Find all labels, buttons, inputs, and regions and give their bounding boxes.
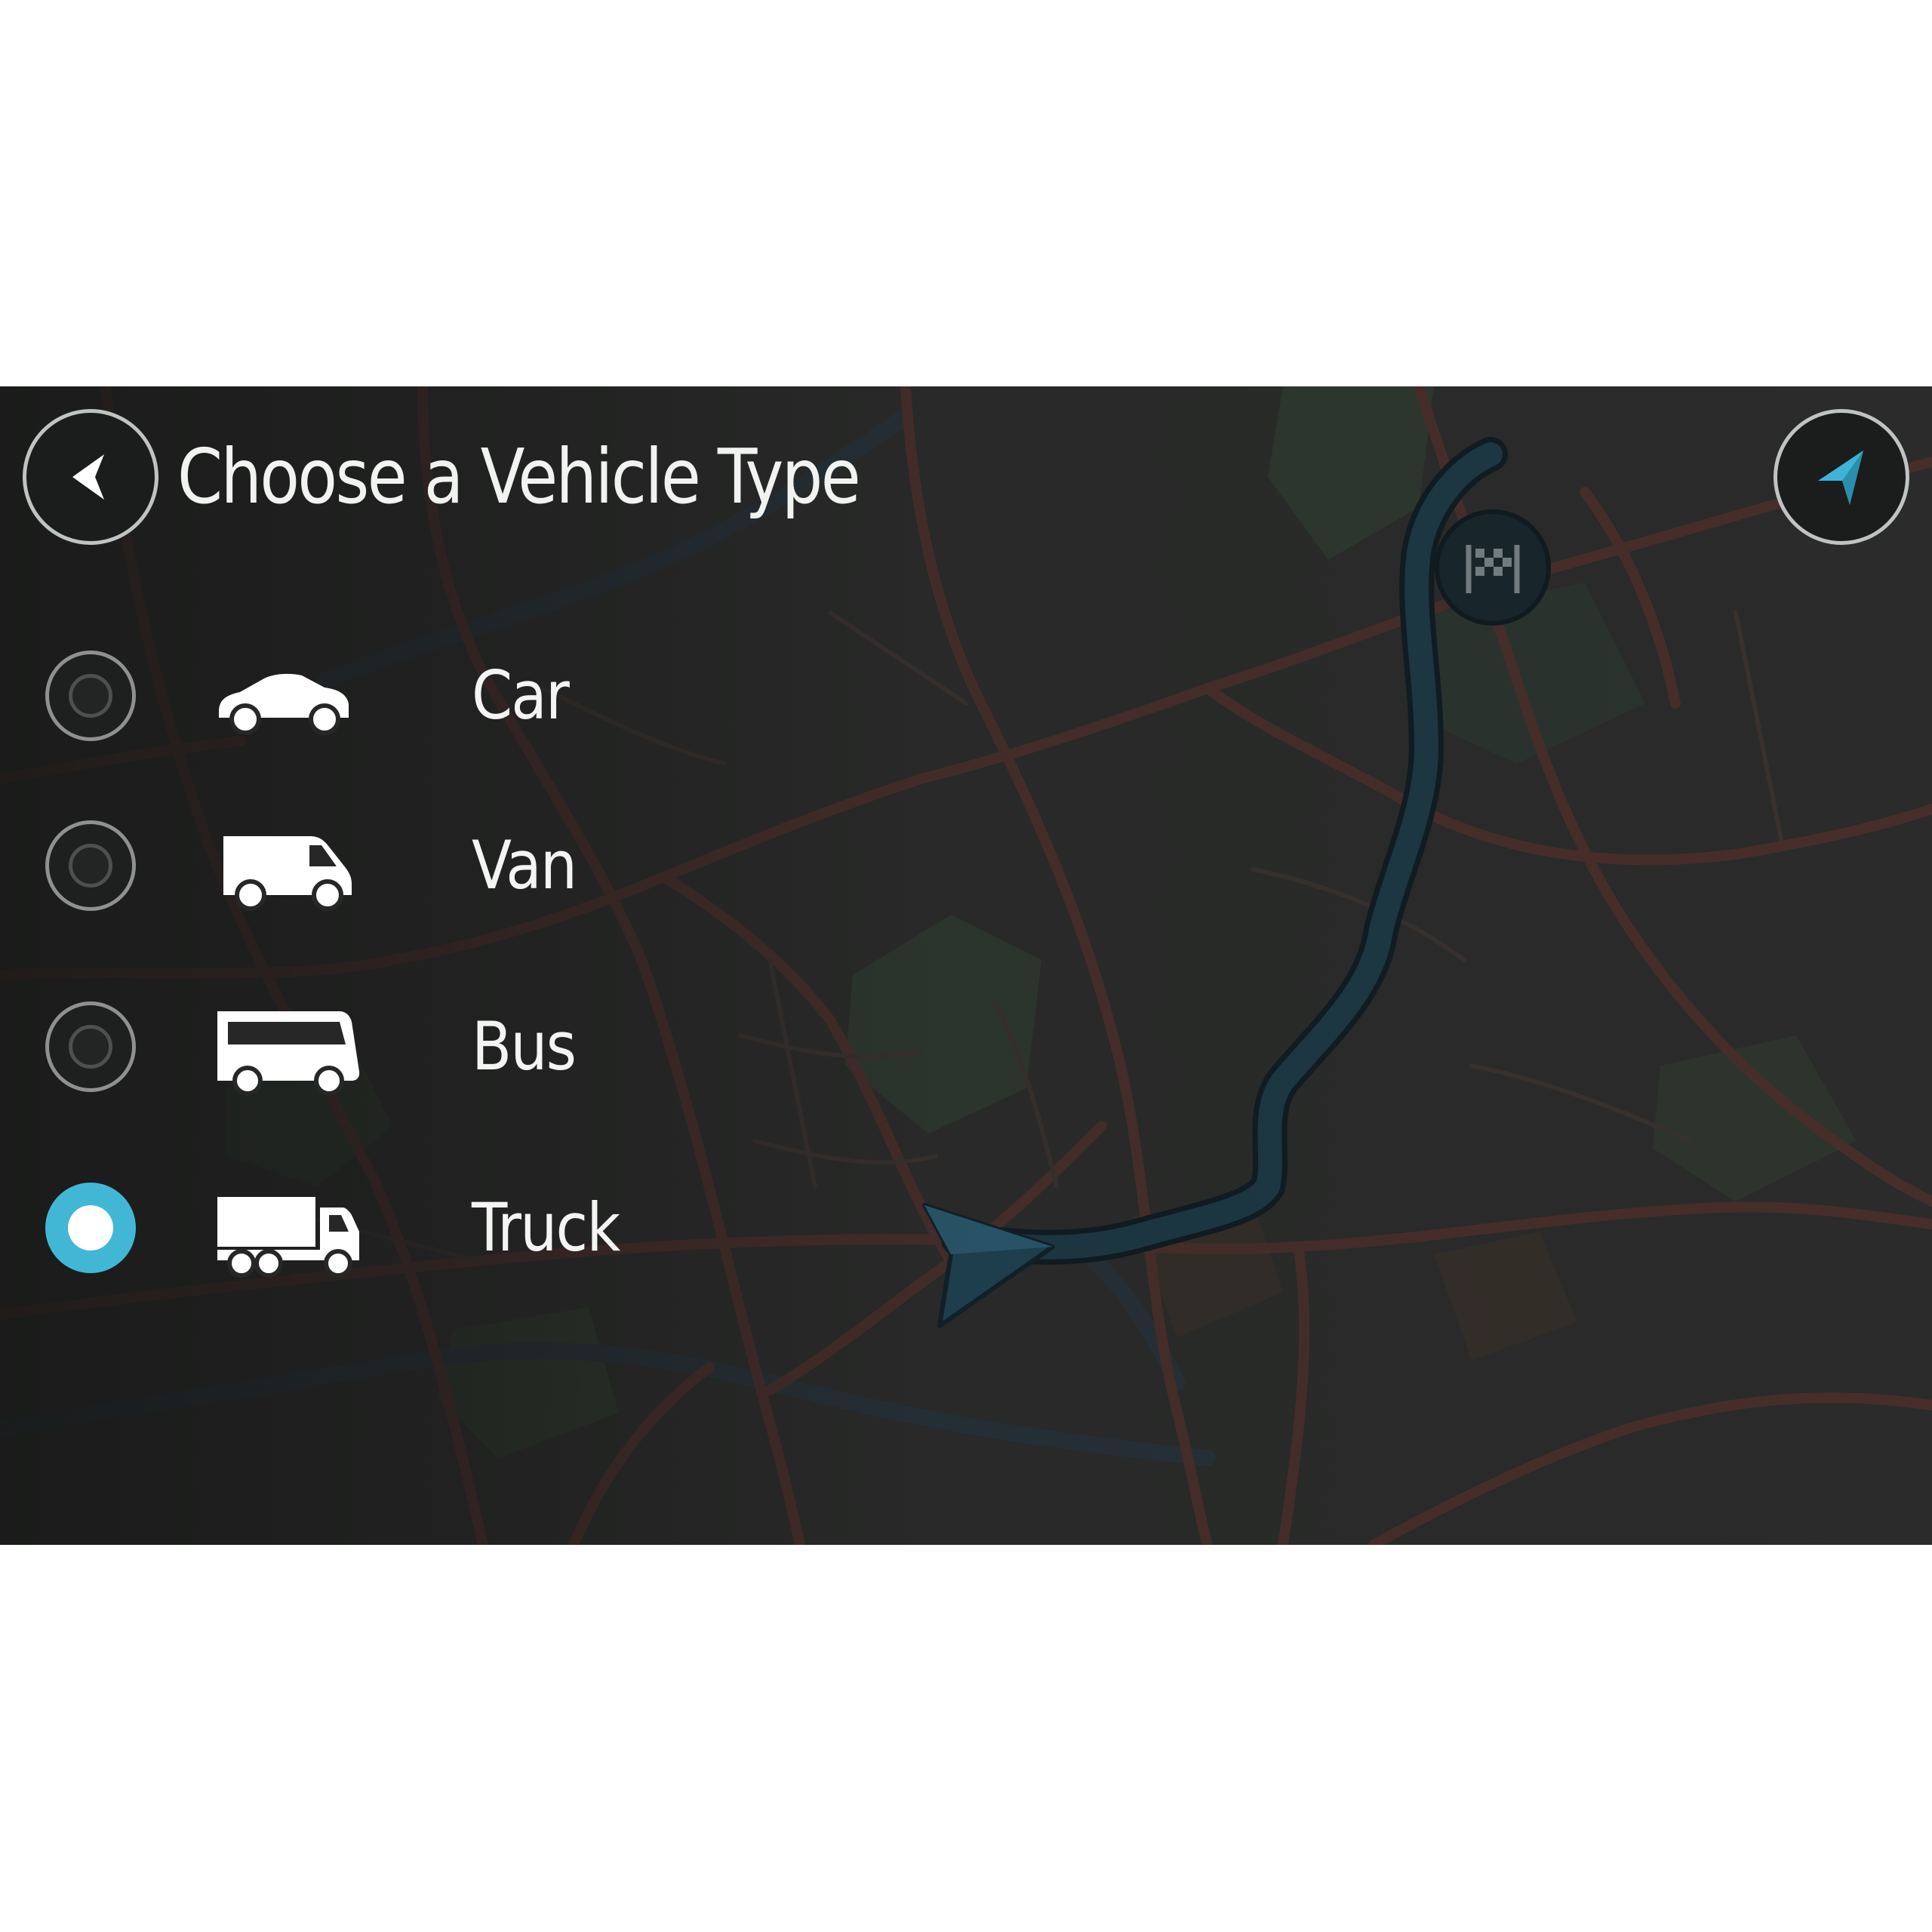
vehicle-option-truck[interactable]: Truck <box>23 1171 702 1284</box>
vehicle-label-van: Van <box>472 826 577 904</box>
vehicle-label-truck: Truck <box>472 1189 620 1266</box>
vehicle-type-list: Car Van Bus Truck <box>0 386 755 1545</box>
car-icon <box>219 673 349 735</box>
vehicle-option-car[interactable]: Car <box>23 639 702 752</box>
truck-radio[interactable] <box>45 1183 136 1273</box>
navigation-arrow-icon <box>1818 451 1863 505</box>
navigation-screen: Choose a Vehicle Type Car Van Bus Truck <box>0 386 1932 1545</box>
truck-icon <box>217 1197 359 1278</box>
vehicle-label-car: Car <box>472 657 570 734</box>
checkered-flag-icon[interactable] <box>1435 509 1551 626</box>
car-radio[interactable] <box>45 651 136 741</box>
bus-radio[interactable] <box>45 1001 136 1092</box>
bus-icon <box>217 1011 360 1096</box>
van-radio[interactable] <box>45 820 136 911</box>
vehicle-option-bus[interactable]: Bus <box>23 990 702 1103</box>
vehicle-option-van[interactable]: Van <box>23 809 702 922</box>
van-icon <box>223 836 352 911</box>
navigation-button[interactable] <box>1774 409 1909 545</box>
vehicle-label-bus: Bus <box>472 1008 577 1085</box>
